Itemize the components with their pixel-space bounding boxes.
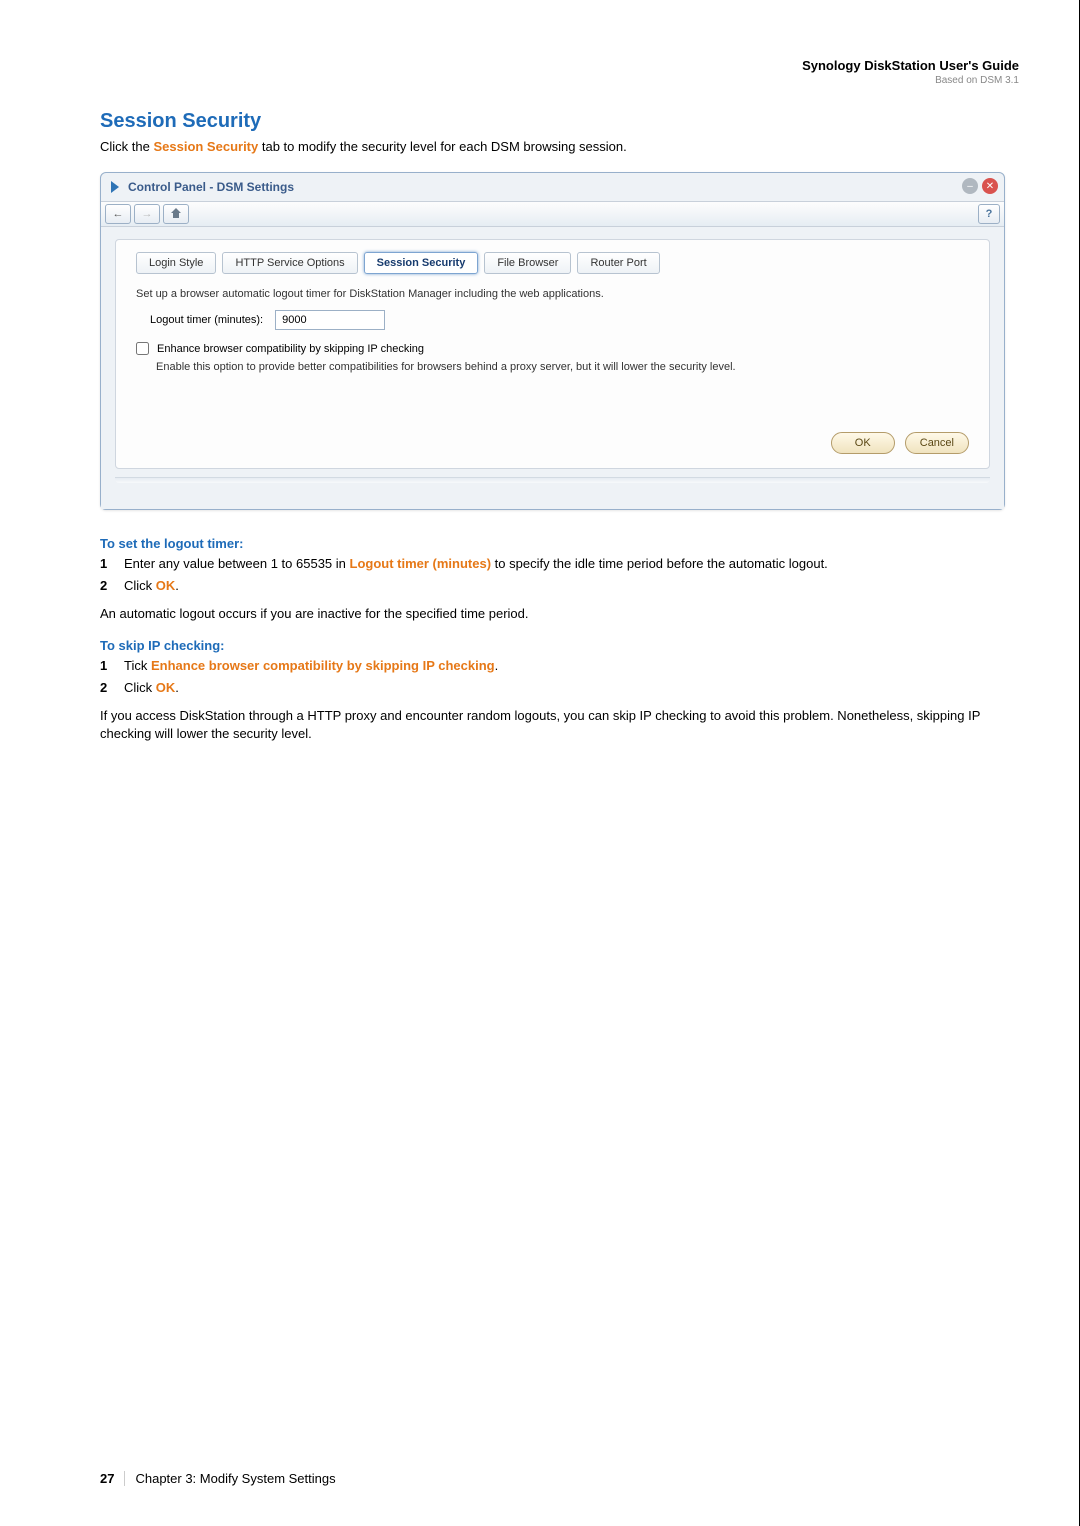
close-icon[interactable]: ✕ (982, 178, 998, 194)
doc-header-title: Synology DiskStation User's Guide (802, 58, 1019, 73)
logout-timer-input[interactable] (275, 310, 385, 330)
skip-step1-pre: Tick (124, 658, 151, 673)
tab-file-browser[interactable]: File Browser (484, 252, 571, 274)
list-item: Enter any value between 1 to 65535 in Lo… (124, 555, 828, 573)
tab-login-style[interactable]: Login Style (136, 252, 216, 274)
list-number: 1 (100, 555, 114, 573)
cancel-button[interactable]: Cancel (905, 432, 969, 454)
skip-step2-bold: OK (156, 680, 176, 695)
skip-ip-checkbox[interactable] (136, 342, 149, 355)
panel-description: Set up a browser automatic logout timer … (136, 288, 969, 300)
tab-session-security[interactable]: Session Security (364, 252, 479, 274)
home-icon (170, 207, 182, 222)
tab-router-port[interactable]: Router Port (577, 252, 659, 274)
skip-ip-label: Enhance browser compatibility by skippin… (157, 343, 424, 355)
list-number: 2 (100, 679, 114, 697)
window-titlebar: Control Panel - DSM Settings – ✕ (101, 173, 1004, 201)
skip-ip-heading: To skip IP checking: (100, 638, 1029, 653)
tab-http-options[interactable]: HTTP Service Options (222, 252, 357, 274)
settings-panel: Login Style HTTP Service Options Session… (115, 239, 990, 469)
skip-ip-description: Enable this option to provide better com… (156, 361, 969, 373)
doc-header-sub: Based on DSM 3.1 (802, 75, 1019, 86)
forward-button[interactable]: → (134, 204, 160, 224)
section-intro: Click the Session Security tab to modify… (100, 139, 1029, 154)
skip-step2-pre: Click (124, 680, 156, 695)
skip-ip-para: If you access DiskStation through a HTTP… (100, 707, 1029, 743)
synology-logo-icon (107, 179, 123, 195)
page-footer: 27 Chapter 3: Modify System Settings (100, 1471, 336, 1486)
list-number: 2 (100, 577, 114, 595)
skip-step2-post: . (175, 680, 179, 695)
skip-step1-bold: Enhance browser compatibility by skippin… (151, 658, 495, 673)
minimize-icon[interactable]: – (962, 178, 978, 194)
intro-bold: Session Security (153, 139, 258, 154)
list-item: Click OK. (124, 577, 179, 595)
step1-post: to specify the idle time period before t… (491, 556, 828, 571)
page-number: 27 (100, 1471, 114, 1486)
help-button[interactable]: ? (978, 204, 1000, 224)
arrow-right-icon: → (142, 208, 153, 220)
window-title: Control Panel - DSM Settings (128, 180, 294, 194)
logout-timer-label: Logout timer (minutes): (150, 314, 263, 326)
skip-step1-post: . (495, 658, 499, 673)
list-item: Click OK. (124, 679, 179, 697)
arrow-left-icon: ← (113, 208, 124, 220)
step1-bold: Logout timer (minutes) (350, 556, 492, 571)
step1-pre: Enter any value between 1 to 65535 in (124, 556, 350, 571)
auto-logout-para: An automatic logout occurs if you are in… (100, 605, 1029, 623)
step2-post: . (175, 578, 179, 593)
section-title: Session Security (100, 110, 1029, 133)
intro-post: tab to modify the security level for eac… (258, 139, 627, 154)
panel-footer-strip (115, 477, 990, 483)
ok-button[interactable]: OK (831, 432, 895, 454)
home-button[interactable] (163, 204, 189, 224)
back-button[interactable]: ← (105, 204, 131, 224)
window-toolbar: ← → ? (101, 201, 1004, 227)
step2-pre: Click (124, 578, 156, 593)
chapter-label: Chapter 3: Modify System Settings (135, 1471, 335, 1486)
step2-bold: OK (156, 578, 176, 593)
intro-pre: Click the (100, 139, 153, 154)
set-timer-heading: To set the logout timer: (100, 536, 1029, 551)
list-number: 1 (100, 657, 114, 675)
list-item: Tick Enhance browser compatibility by sk… (124, 657, 498, 675)
dsm-window: Control Panel - DSM Settings – ✕ ← → ? (100, 172, 1005, 510)
